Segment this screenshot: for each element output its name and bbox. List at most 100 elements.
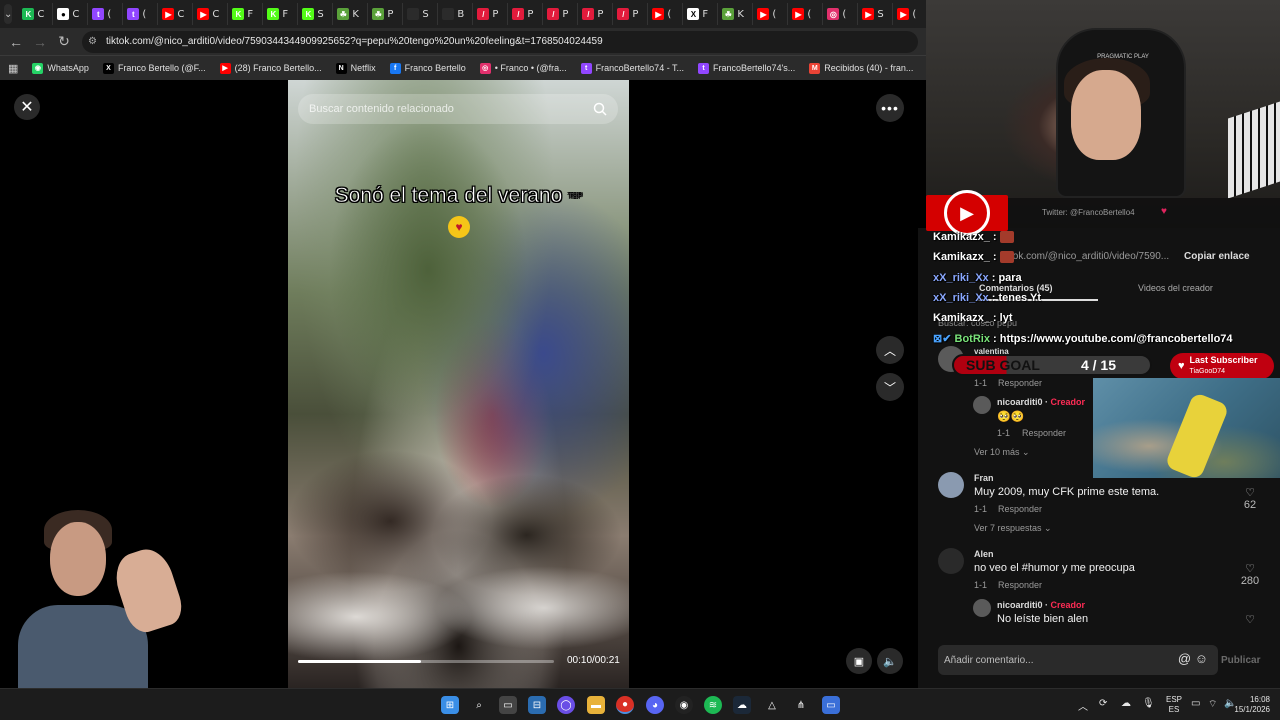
tab-title: ( <box>807 8 812 20</box>
browser-tab[interactable]: KF <box>228 3 264 25</box>
bookmark-item[interactable]: t FrancoBertello74 - T... <box>580 62 684 74</box>
url-field[interactable]: ⚙ tiktok.com/@nico_arditi0/video/7590344… <box>82 30 918 53</box>
browser-tab[interactable]: KS <box>298 3 334 25</box>
avatar[interactable] <box>938 548 964 574</box>
copy-link-button[interactable]: Copiar enlace <box>1184 251 1250 262</box>
tray-display-icon[interactable]: ▭ <box>1191 698 1200 709</box>
app-window-icon[interactable]: ▭ <box>822 696 840 714</box>
next-video-icon[interactable]: ﹀ <box>876 373 904 401</box>
browser-tab[interactable]: / P <box>473 3 509 25</box>
like-button[interactable]: ♡ 62 <box>1238 486 1262 511</box>
video-player[interactable]: Buscar contenido relacionado Sonó el tem… <box>288 80 629 688</box>
bookmark-item[interactable]: t FrancoBertello74's... <box>698 62 795 74</box>
browser-tab[interactable]: ☘ K <box>718 3 754 25</box>
windows-start-icon[interactable]: ⊞ <box>441 696 459 714</box>
tab-favicon-icon: / <box>477 8 490 20</box>
close-icon[interactable]: ✕ <box>14 94 40 120</box>
clock[interactable]: 16:08 15/1/2026 <box>1228 695 1270 715</box>
tray-sync-icon[interactable]: ⟳ <box>1099 698 1107 709</box>
bookmark-item[interactable]: X Franco Bertello (@F... <box>102 62 206 74</box>
apps-grid-icon[interactable]: ▦ <box>8 62 18 75</box>
like-button[interactable]: ♡ 280 <box>1238 562 1262 587</box>
mention-icon[interactable]: @ <box>1178 651 1191 666</box>
url-text: tiktok.com/@nico_arditi0/video/759034434… <box>106 36 603 47</box>
browser-tab[interactable]: KC <box>18 3 54 25</box>
forward-icon[interactable]: → <box>28 30 52 54</box>
language-indicator[interactable]: ESP ES <box>1166 695 1182 715</box>
search-icon[interactable] <box>592 101 608 117</box>
browser-tab[interactable]: B <box>438 3 474 25</box>
browser-tab[interactable]: ▶( <box>893 3 929 25</box>
app-network-icon[interactable]: ⋔ <box>792 696 810 714</box>
browser-tab[interactable]: / P <box>613 3 649 25</box>
tab-search-dropdown[interactable]: ⌄ <box>4 4 13 24</box>
video-progress-bar[interactable] <box>298 660 554 663</box>
comment-author[interactable]: nicoarditi0 · Creador <box>997 397 1085 407</box>
search-icon[interactable]: ⌕ <box>470 696 488 714</box>
pip-icon[interactable]: ▣ <box>846 648 872 674</box>
view-more-replies[interactable]: Ver 10 más ⌄ <box>974 447 1030 458</box>
comment-author[interactable]: nicoarditi0 · Creador <box>997 600 1085 610</box>
comment-author[interactable]: Alen <box>974 549 994 559</box>
browser-tab[interactable]: ● C <box>53 3 89 25</box>
browser-tab[interactable]: / P <box>578 3 614 25</box>
tray-cloud-icon[interactable]: ☁ <box>1121 698 1131 709</box>
bookmark-item[interactable]: f Franco Bertello <box>389 62 466 74</box>
bookmark-item[interactable]: M Recibidos (40) - fran... <box>809 62 913 74</box>
task-view-icon[interactable]: ▭ <box>499 696 517 714</box>
avatar[interactable] <box>973 599 991 617</box>
steam-icon[interactable]: ☁ <box>733 696 751 714</box>
bookmark-item[interactable]: ◉ WhatsApp <box>32 62 89 74</box>
file-explorer-icon[interactable]: ▬ <box>587 696 605 714</box>
browser-tab[interactable]: ▶( <box>648 3 684 25</box>
tab-creator-videos[interactable]: Videos del creador <box>1138 283 1213 293</box>
discord-icon[interactable]: ◕ <box>646 696 664 714</box>
app-triangle-icon[interactable]: △ <box>763 696 781 714</box>
browser-tab[interactable]: ▶( <box>753 3 789 25</box>
site-info-icon[interactable]: ⚙ <box>88 36 100 48</box>
tray-mic-icon[interactable]: 🎙 <box>1142 698 1155 709</box>
tray-network-icon[interactable]: ⌔ <box>1208 698 1217 711</box>
browser-tab[interactable]: / P <box>508 3 544 25</box>
like-button[interactable]: ♡ <box>1238 613 1262 626</box>
browser-tab[interactable]: ◎( <box>823 3 859 25</box>
bookmark-item[interactable]: N Netflix <box>335 62 376 74</box>
browser-tab[interactable]: t( <box>123 3 159 25</box>
reply-button[interactable]: Responder <box>998 504 1042 514</box>
reply-button[interactable]: Responder <box>998 378 1042 388</box>
browser-tab[interactable]: S <box>403 3 439 25</box>
browser-tab[interactable]: KF <box>263 3 299 25</box>
emoji-icon[interactable]: ☺ <box>1195 651 1208 666</box>
add-comment-input[interactable]: Añadir comentario... @ ☺ <box>938 645 1218 675</box>
publish-button[interactable]: Publicar <box>1221 655 1260 666</box>
bookmark-item[interactable]: ▶ (28) Franco Bertello... <box>219 62 322 74</box>
reply-button[interactable]: Responder <box>1022 428 1066 438</box>
browser-tab[interactable]: ☘ P <box>368 3 404 25</box>
bookmark-item[interactable]: ◎ • Franco • (@fra... <box>479 62 567 74</box>
browser-tab[interactable]: ▶ S <box>858 3 894 25</box>
browser-tab[interactable]: / P <box>543 3 579 25</box>
browser-tab[interactable]: ▶ C <box>193 3 229 25</box>
browser-tab[interactable]: XF <box>683 3 719 25</box>
browser-tab[interactable]: t( <box>88 3 124 25</box>
browser-tab[interactable]: ☘ K <box>333 3 369 25</box>
tray-overflow-icon[interactable]: ︿ <box>1078 698 1088 713</box>
more-options-icon[interactable]: ••• <box>876 94 904 122</box>
comment-author[interactable]: Fran <box>974 473 994 483</box>
avatar[interactable] <box>973 396 991 414</box>
volume-icon[interactable]: 🔈 <box>877 648 903 674</box>
browser-tab[interactable]: ▶ C <box>158 3 194 25</box>
chrome-icon[interactable]: ● <box>616 696 634 714</box>
browser-tab[interactable]: ▶( <box>788 3 824 25</box>
spotify-icon[interactable]: ≋ <box>704 696 722 714</box>
obs-icon[interactable]: ◉ <box>675 696 693 714</box>
store-icon[interactable]: ⊟ <box>528 696 546 714</box>
reload-icon[interactable]: ↻ <box>52 30 76 54</box>
avatar[interactable] <box>938 472 964 498</box>
related-search-input[interactable]: Buscar contenido relacionado <box>298 94 618 124</box>
copilot-icon[interactable]: ◯ <box>557 696 575 714</box>
back-icon[interactable]: ← <box>4 30 28 54</box>
view-replies[interactable]: Ver 7 respuestas ⌄ <box>974 523 1052 534</box>
reply-button[interactable]: Responder <box>998 580 1042 590</box>
previous-video-icon[interactable]: ︿ <box>876 336 904 364</box>
